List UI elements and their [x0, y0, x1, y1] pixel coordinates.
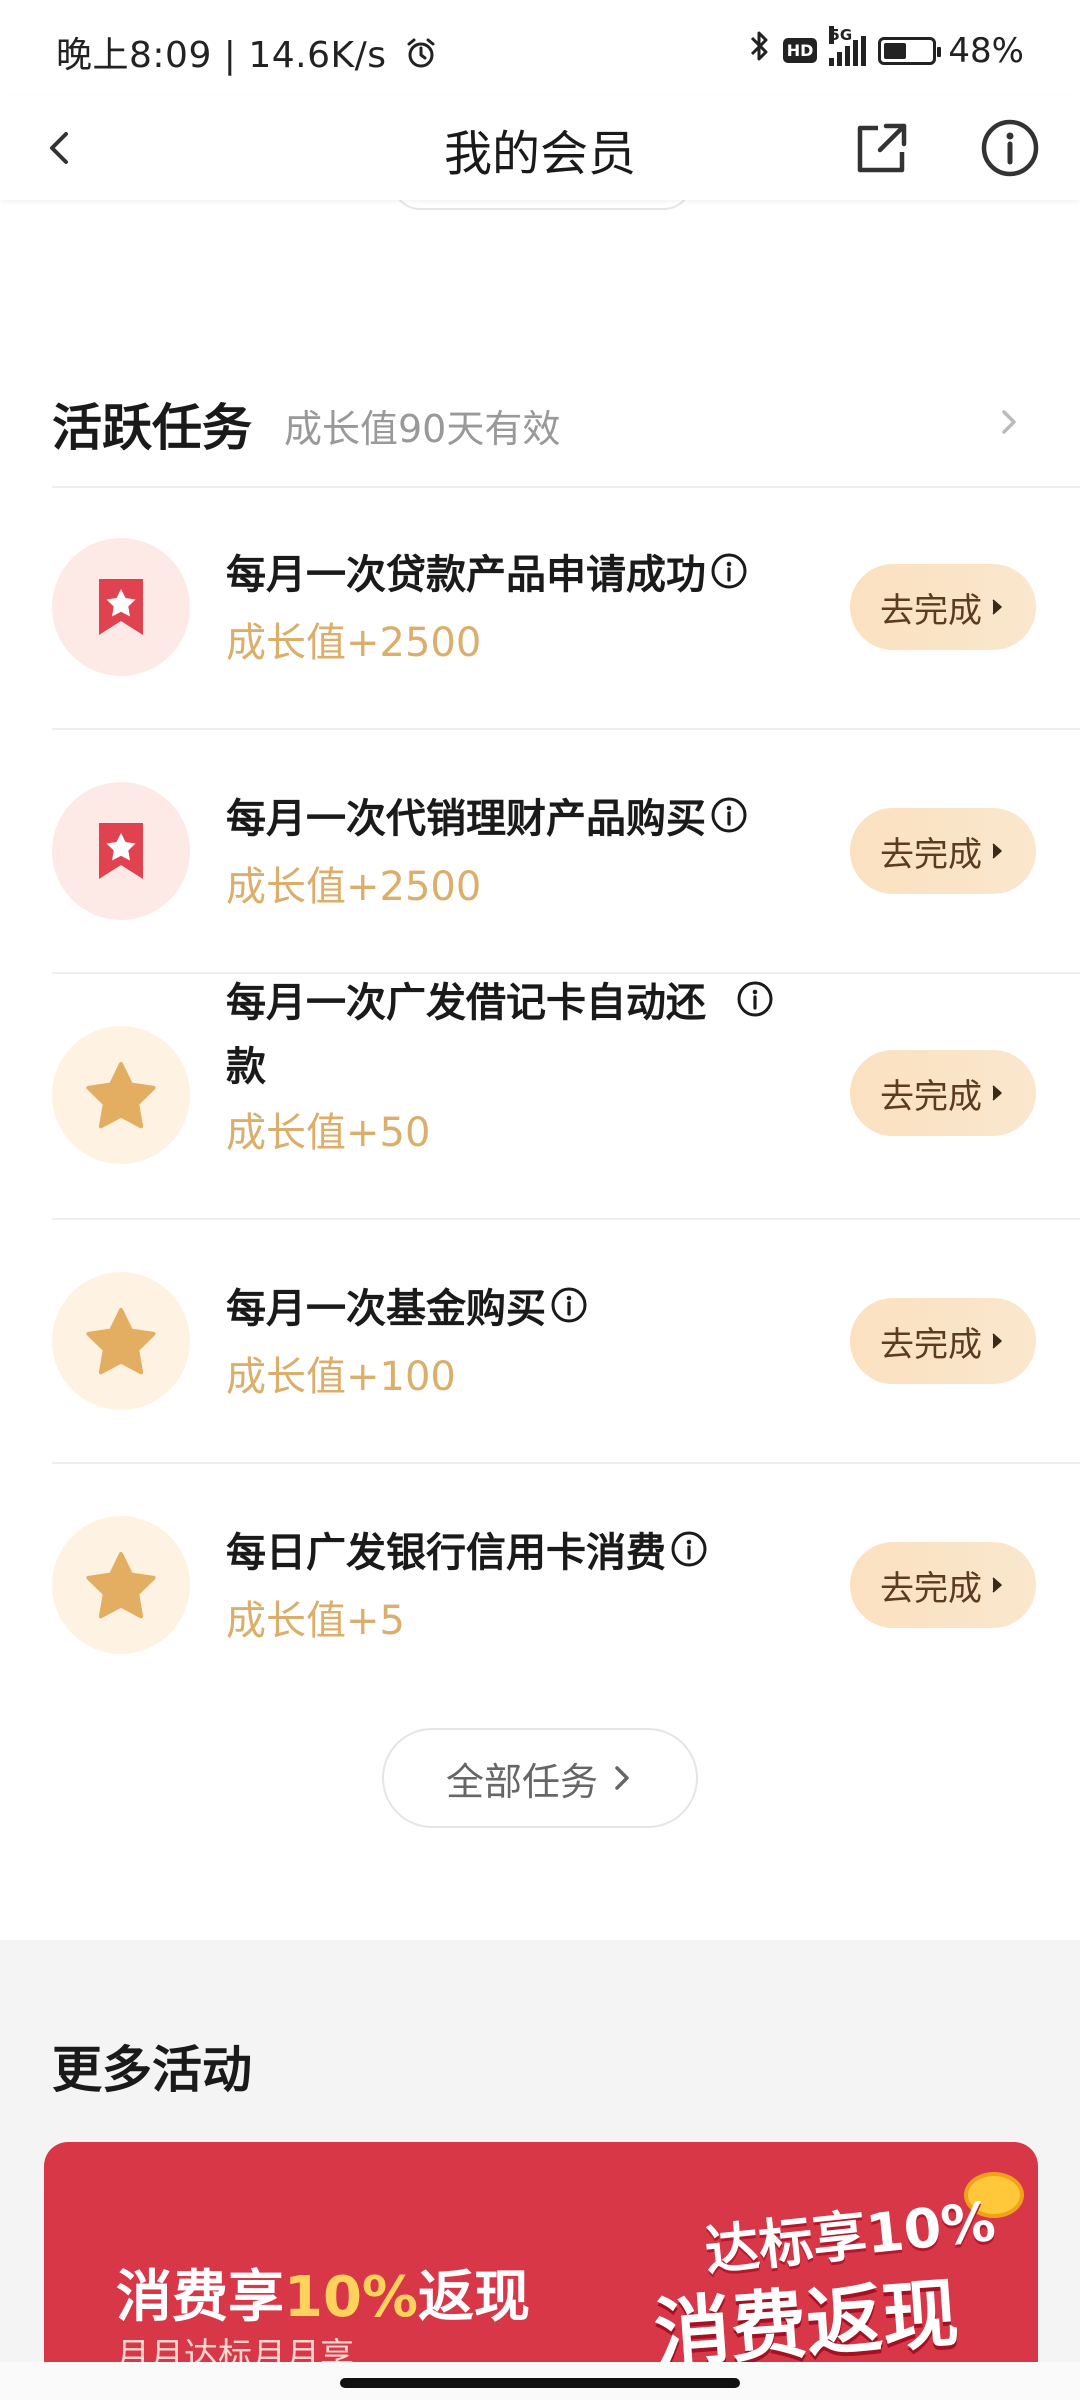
- task-item: 每月一次贷款产品申请成功 成长值+2500 去完成: [52, 486, 1052, 730]
- info-icon[interactable]: [710, 790, 748, 852]
- task-title: 每月一次代销理财产品购买: [226, 788, 748, 852]
- complete-task-button[interactable]: 去完成: [850, 808, 1036, 894]
- section-title: 活跃任务: [52, 399, 252, 457]
- complete-task-button[interactable]: 去完成: [850, 1542, 1036, 1628]
- share-icon: [857, 123, 907, 173]
- chevron-right-icon: [615, 1766, 629, 1790]
- home-indicator[interactable]: [340, 2378, 740, 2388]
- info-button[interactable]: [978, 116, 1042, 180]
- info-icon[interactable]: [736, 974, 774, 1036]
- network-type: 5G: [829, 25, 853, 44]
- nav-bar: 我的会员: [0, 96, 1080, 200]
- bookmark-star-icon: [52, 538, 190, 676]
- alarm-icon: [404, 36, 438, 79]
- all-tasks-label: 全部任务: [445, 1759, 598, 1804]
- active-tasks-header[interactable]: 活跃任务 成长值90天有效: [52, 388, 1028, 458]
- task-reward: 成长值+100: [226, 1354, 456, 1400]
- star-icon: [52, 1272, 190, 1410]
- task-item: 每月一次代销理财产品购买 成长值+2500 去完成: [52, 730, 1052, 974]
- complete-task-button[interactable]: 去完成: [850, 564, 1036, 650]
- task-item: 每日广发银行信用卡消费 成长值+5 去完成: [52, 1464, 1052, 1708]
- star-icon: [52, 1026, 190, 1164]
- task-title: 每日广发银行信用卡消费: [226, 1522, 708, 1586]
- banner-subtitle: 月月达标月月享: [116, 2336, 354, 2362]
- chevron-right-icon: [992, 1085, 1002, 1101]
- info-icon[interactable]: [550, 1280, 588, 1342]
- info-icon[interactable]: [670, 1524, 708, 1586]
- task-title: 每月一次贷款产品申请成功: [226, 544, 748, 608]
- battery-icon: [878, 36, 942, 65]
- status-time-speed: 晚上8:09 | 14.6K/s: [56, 35, 387, 76]
- task-item: 每月一次基金购买 成长值+100 去完成: [52, 1220, 1052, 1464]
- bookmark-star-icon: [52, 782, 190, 920]
- section-subtitle: 成长值90天有效: [284, 407, 561, 451]
- status-bar: 晚上8:09 | 14.6K/s HD 5G 48%: [0, 0, 1080, 96]
- bluetooth-icon: [749, 28, 771, 73]
- chevron-right-icon: [1002, 410, 1016, 434]
- star-icon: [52, 1516, 190, 1654]
- banner-headline: 消费享10%返现: [116, 2265, 531, 2330]
- task-title: 每月一次基金购买: [226, 1278, 588, 1342]
- info-icon: [981, 119, 1039, 177]
- hd-icon: HD: [782, 38, 818, 63]
- share-button[interactable]: [850, 116, 914, 180]
- banner-art-line2: 消费返现: [651, 2268, 962, 2362]
- all-tasks-button[interactable]: 全部任务: [382, 1728, 698, 1828]
- status-right: HD 5G 48%: [749, 25, 1024, 73]
- chevron-right-icon: [992, 1577, 1002, 1593]
- task-title: 每月一次广发借记卡自动还款: [226, 972, 774, 1098]
- task-reward: 成长值+50: [226, 1110, 431, 1156]
- chevron-right-icon: [992, 599, 1002, 615]
- battery-percent: 48%: [948, 30, 1024, 71]
- complete-task-button[interactable]: 去完成: [850, 1050, 1036, 1136]
- task-reward: 成长值+2500: [226, 864, 482, 910]
- more-activities-title: 更多活动: [52, 2041, 252, 2099]
- complete-task-button[interactable]: 去完成: [850, 1298, 1036, 1384]
- task-item: 每月一次广发借记卡自动还款 成长值+50 去完成: [52, 974, 1052, 1218]
- banner-artwork: 达标享10% 消费返现: [604, 2162, 1034, 2362]
- info-icon[interactable]: [710, 546, 748, 608]
- chevron-right-icon: [992, 843, 1002, 859]
- status-left: 晚上8:09 | 14.6K/s: [56, 26, 438, 79]
- task-reward: 成长值+2500: [226, 620, 482, 666]
- signal-icon: 5G: [829, 25, 867, 66]
- battery-fill: [884, 42, 907, 59]
- chevron-right-icon: [992, 1333, 1002, 1349]
- page-title: 我的会员: [443, 126, 636, 182]
- task-reward: 成长值+5: [226, 1598, 405, 1644]
- promo-banner[interactable]: 消费享10%返现 月月达标月月享 达标享10% 消费返现: [44, 2142, 1038, 2362]
